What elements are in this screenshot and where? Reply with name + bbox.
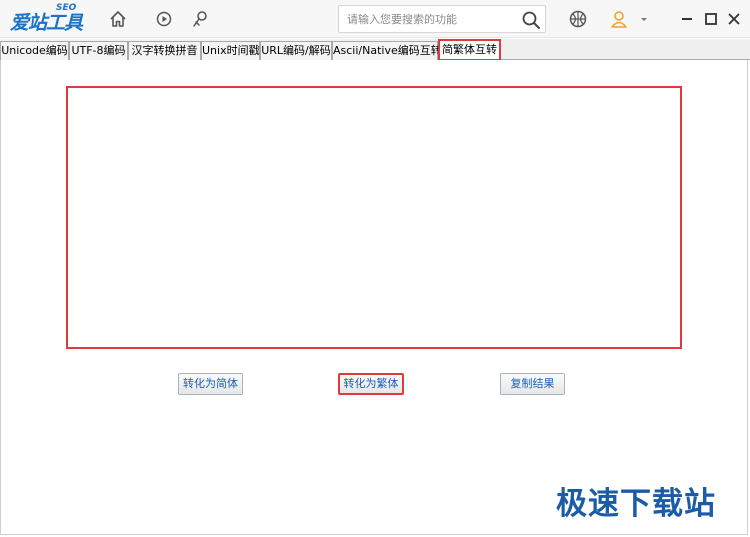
app-window: 爱站工具包 SEO <box>0 0 750 537</box>
tool-tabs: Unicode编码 UTF-8编码 汉字转换拼音 Unix时间戳 URL编码/解… <box>0 39 750 61</box>
minimize-icon[interactable] <box>677 9 697 29</box>
close-icon[interactable] <box>724 9 744 29</box>
tab-url-encode[interactable]: URL编码/解码 <box>260 41 332 60</box>
pin-icon[interactable] <box>191 9 211 29</box>
tab-unicode[interactable]: Unicode编码 <box>0 41 69 60</box>
copy-result-button[interactable]: 复制结果 <box>500 373 565 395</box>
tool-panel: 转化为简体 转化为繁体 复制结果 <box>0 60 748 535</box>
title-bar: 爱站工具包 SEO <box>0 0 750 61</box>
conversion-textarea[interactable] <box>68 88 680 347</box>
search-box <box>338 5 546 33</box>
tab-ascii-native[interactable]: Ascii/Native编码互转 <box>332 41 442 60</box>
to-simplified-button[interactable]: 转化为简体 <box>178 373 243 395</box>
search-input[interactable] <box>347 11 517 27</box>
user-icon[interactable] <box>609 9 629 29</box>
tab-pinyin[interactable]: 汉字转换拼音 <box>128 41 201 60</box>
tab-simplified-traditional[interactable]: 简繁体互转 <box>438 39 501 61</box>
home-icon[interactable] <box>108 9 128 29</box>
to-traditional-button[interactable]: 转化为繁体 <box>338 373 404 395</box>
search-icon[interactable] <box>521 10 541 30</box>
maximize-icon[interactable] <box>701 9 721 29</box>
play-icon[interactable] <box>154 9 174 29</box>
watermark-text: 极速下载站 <box>556 486 716 522</box>
text-input-frame <box>66 86 682 349</box>
basketball-icon[interactable] <box>568 9 588 29</box>
logo-badge: SEO <box>56 3 77 13</box>
tab-utf8[interactable]: UTF-8编码 <box>69 41 128 60</box>
app-logo: 爱站工具包 SEO <box>10 3 94 61</box>
tab-unix-timestamp[interactable]: Unix时间戳 <box>201 41 260 60</box>
chevron-down-icon[interactable] <box>638 9 650 29</box>
